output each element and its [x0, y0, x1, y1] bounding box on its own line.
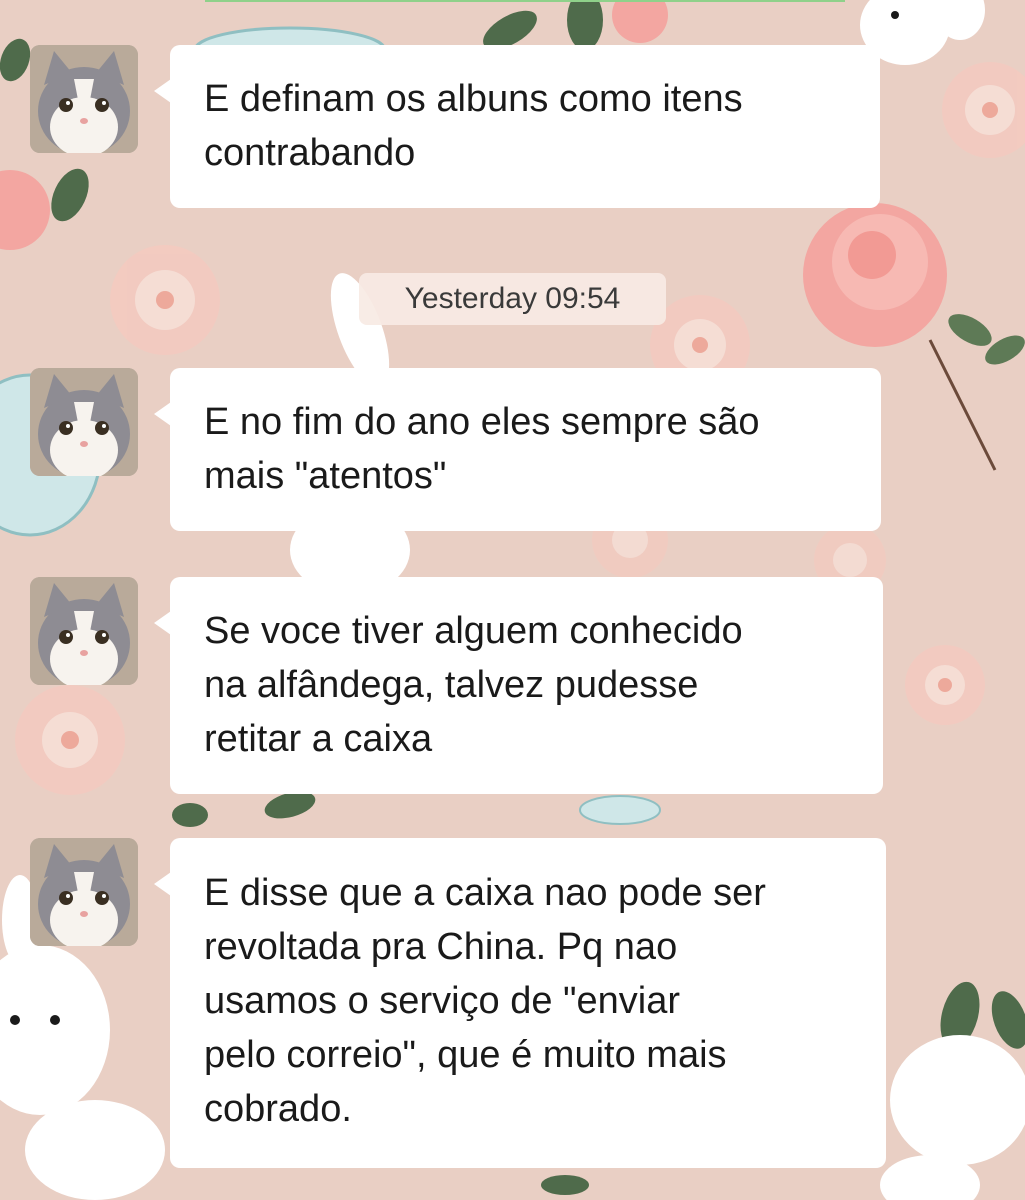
timestamp-label: Yesterday 09:54 — [359, 273, 666, 325]
message-bubble[interactable]: Se voce tiver alguem conhecido na alfând… — [154, 577, 883, 794]
cat-avatar-icon[interactable] — [30, 368, 138, 476]
cat-avatar-icon[interactable] — [30, 838, 138, 946]
cat-avatar-icon[interactable] — [30, 577, 138, 685]
message-bubble[interactable]: E disse que a caixa nao pode ser revolta… — [154, 838, 886, 1168]
message-bubble[interactable]: E definam os albuns como itens contraban… — [154, 45, 880, 208]
cat-avatar-icon[interactable] — [30, 45, 138, 153]
message-bubble[interactable]: E no fim do ano eles sempre são mais "at… — [154, 368, 881, 531]
chat-message-list[interactable]: E definam os albuns como itens contraban… — [0, 0, 1025, 1200]
